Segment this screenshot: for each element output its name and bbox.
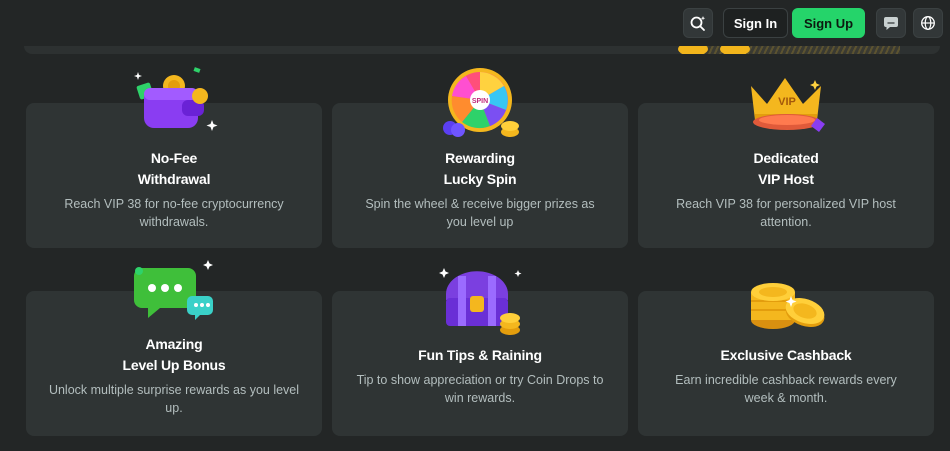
header-bar: Sign In Sign Up (0, 0, 950, 46)
card-title: Exclusive Cashback (720, 347, 852, 363)
svg-text:VIP: VIP (778, 96, 796, 108)
card-title: Fun Tips & Raining (418, 347, 542, 363)
coin-stack-icon (751, 283, 825, 329)
chat-bubble-icon (134, 260, 213, 320)
card-title: Withdrawal (137, 171, 211, 187)
card-title: No-Fee (150, 150, 198, 166)
wallet-icon (134, 67, 218, 131)
card-title: Rewarding (445, 150, 515, 166)
sign-up-button[interactable]: Sign Up (792, 8, 865, 38)
treasure-chest-icon (439, 268, 522, 335)
card-title: Lucky Spin (443, 171, 517, 187)
card-description: Tip to show appreciation or try Coin Dro… (356, 373, 604, 405)
search-icon (690, 16, 706, 31)
language-button[interactable] (913, 8, 943, 38)
svg-text:SPIN: SPIN (472, 98, 488, 105)
card-title: Amazing (145, 336, 203, 352)
globe-icon (921, 16, 935, 30)
crown-icon: VIP (751, 78, 825, 132)
spin-wheel-icon: SPIN (443, 68, 519, 137)
card-description: Reach VIP 38 for no-fee cryptocurrency w… (64, 197, 284, 229)
search-button[interactable] (683, 8, 713, 38)
card-title: Dedicated (753, 150, 819, 166)
sign-in-button[interactable]: Sign In (723, 8, 788, 38)
card-description: Unlock multiple surprise rewards as you … (48, 383, 300, 415)
card-title: VIP Host (758, 171, 814, 187)
chat-icon (884, 17, 898, 30)
chat-button[interactable] (876, 8, 906, 38)
card-description: Spin the wheel & receive bigger prizes a… (365, 197, 595, 229)
card-description: Reach VIP 38 for personalized VIP host a… (676, 197, 896, 229)
card-description: Earn incredible cashback rewards every w… (675, 373, 897, 405)
card-title: Level Up Bonus (122, 357, 226, 373)
